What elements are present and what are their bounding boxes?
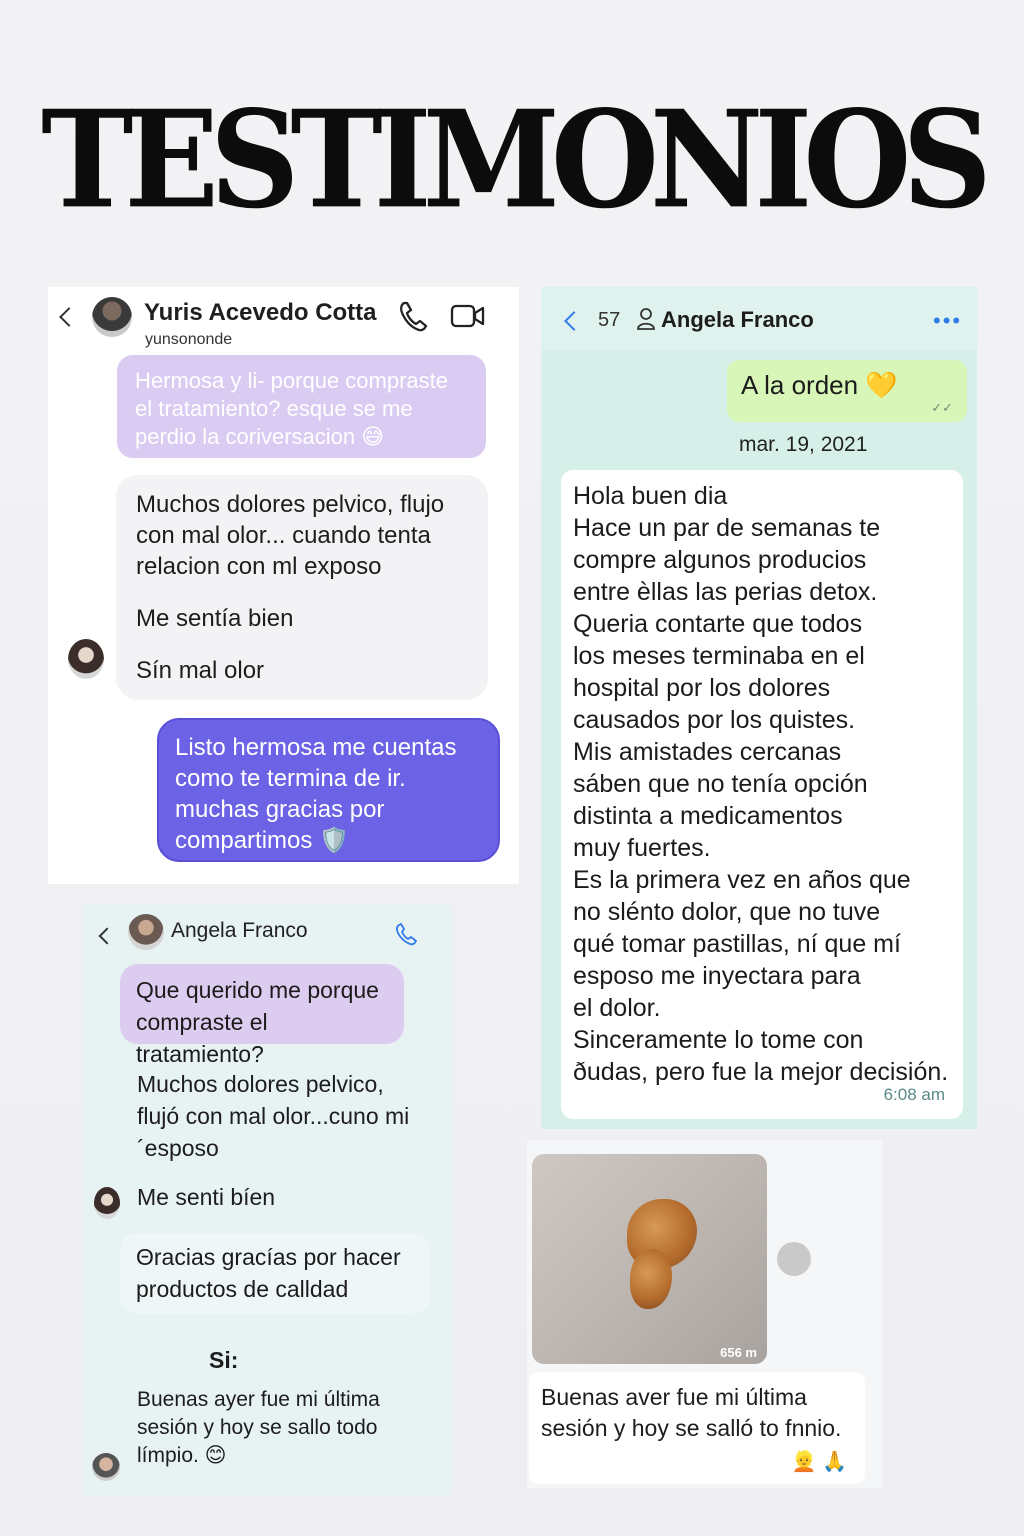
message-bubble: Listo hermosa me cuentas como te termina… bbox=[157, 718, 500, 862]
message-text: Si: bbox=[209, 1347, 239, 1373]
message-text: Buenas aver fue mi última sesión y hoy s… bbox=[541, 1384, 842, 1441]
back-chevron-icon[interactable] bbox=[564, 311, 584, 331]
message-text: Muchos dolores pelvico, flujo con mal ol… bbox=[136, 491, 445, 580]
avatar[interactable] bbox=[128, 914, 164, 950]
back-chevron-icon[interactable] bbox=[98, 927, 116, 945]
video-camera-icon[interactable] bbox=[450, 303, 486, 329]
message-line: los meses terminaba en el bbox=[573, 642, 865, 670]
photo-size-label: 656 m bbox=[720, 1345, 757, 1360]
message-bubble: Buenas aver fue mi última sesión y hoy s… bbox=[529, 1372, 865, 1484]
testimonial-card-2: 57 Angela Franco ••• A la orden 💛 ✓✓ mar… bbox=[541, 287, 977, 1129]
reactions: 👱 🙏 bbox=[791, 1451, 847, 1473]
unread-count: 57 bbox=[598, 309, 621, 331]
message-line: qué tomar pastillas, ní que mí bbox=[573, 930, 901, 958]
date-separator: mar. 19, 2021 bbox=[739, 433, 868, 456]
avatar[interactable] bbox=[92, 1453, 120, 1481]
message-line: Sinceramente lo tome con bbox=[573, 1026, 864, 1054]
photo-subject bbox=[630, 1249, 672, 1309]
avatar[interactable] bbox=[92, 297, 132, 337]
message-bubble: Que querido me porque compraste el trata… bbox=[120, 964, 404, 1067]
message-line: sáben que no tenía opción bbox=[573, 770, 868, 798]
message-line: no slénto dolor, que no tuve bbox=[573, 898, 881, 926]
message-time: 6:08 am bbox=[883, 1085, 945, 1104]
contact-handle: yunsononde bbox=[145, 331, 233, 348]
avatar[interactable] bbox=[94, 1187, 120, 1219]
sent-message: A la orden 💛 ✓✓ bbox=[727, 360, 967, 422]
message-line: hospital por los dolores bbox=[573, 674, 831, 702]
page-title: TESTIMONIOS bbox=[41, 82, 992, 239]
message-line: esposo me inyectara para bbox=[573, 962, 861, 990]
testimonial-card-1: Yuris Acevedo Cotta yunsononde Hermosa y… bbox=[48, 287, 519, 884]
read-ticks-icon: ✓✓ bbox=[931, 400, 953, 415]
contact-name: Angela Franco bbox=[171, 919, 308, 942]
message-text: Buenas ayer fue mi última sesión y hoy s… bbox=[137, 1388, 380, 1467]
message-text: Me sentía bien bbox=[136, 605, 294, 632]
message-line: compre algunos producios bbox=[573, 546, 867, 574]
message-bubble: Muchos dolores pelvico, flujo con mal ol… bbox=[116, 475, 488, 700]
back-chevron-icon[interactable] bbox=[59, 307, 79, 327]
message-line: Queria contarte que todos bbox=[573, 610, 863, 638]
message-bubble: Θracias gracías por hacer productos de c… bbox=[120, 1233, 430, 1313]
message-line: el dolor. bbox=[573, 994, 661, 1022]
phone-icon[interactable] bbox=[394, 922, 418, 946]
avatar[interactable] bbox=[68, 639, 104, 679]
message-line: Hola buen dia bbox=[573, 482, 728, 510]
phone-icon[interactable] bbox=[398, 300, 428, 332]
contact-name: Yuris Acevedo Cotta bbox=[144, 299, 377, 326]
message-text: Hola buen dia Hace un par de semanas te co… bbox=[573, 480, 951, 1088]
more-options-button[interactable]: ••• bbox=[933, 308, 962, 334]
message-line: muy fuertes. bbox=[573, 834, 711, 862]
contact-name[interactable]: Angela Franco bbox=[661, 307, 814, 333]
message-text: Me senti bíen bbox=[137, 1184, 276, 1210]
message-line: Hace un par de semanas te bbox=[573, 514, 881, 542]
testimonial-card-4: 656 m Buenas aver fue mi última sesión y… bbox=[527, 1140, 882, 1488]
chat-header: 57 Angela Franco ••• bbox=[541, 287, 977, 351]
message-line: distinta a medicamentos bbox=[573, 802, 843, 830]
received-message: Hola buen dia Hace un par de semanas te co… bbox=[561, 470, 963, 1119]
message-text: Sín mal olor bbox=[136, 657, 265, 684]
message-line: entre èllas las perias detox. bbox=[573, 578, 878, 606]
message-bubble: Hermosa y li- porque compraste el tratam… bbox=[117, 355, 486, 458]
message-line: Es la primera vez en años que bbox=[573, 866, 911, 894]
testimonial-card-3: Angela Franco Que querido me porque comp… bbox=[82, 905, 452, 1495]
message-text: Muchos dolores pelvico, flujó con mal ol… bbox=[137, 1071, 410, 1161]
message-text: A la orden 💛 bbox=[741, 370, 898, 400]
person-icon bbox=[637, 308, 655, 330]
message-photo[interactable]: 656 m bbox=[532, 1154, 767, 1364]
message-line: causados por los quistes. bbox=[573, 706, 856, 734]
message-line: Mis amistades cercanas bbox=[573, 738, 842, 766]
share-icon[interactable] bbox=[777, 1242, 811, 1276]
